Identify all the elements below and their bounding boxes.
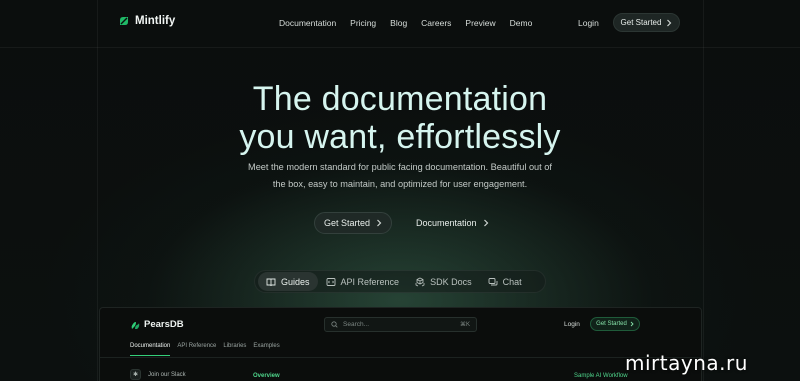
get-started-label: Get Started <box>620 18 662 27</box>
cubes-icon <box>415 277 425 286</box>
brand-name: Mintlify <box>135 15 176 27</box>
preview-brand[interactable]: PearsDB <box>130 319 184 330</box>
hero-subtitle-line: Meet the modern standard for public faci… <box>248 162 552 172</box>
preview-tab-documentation[interactable]: Documentation <box>130 343 171 356</box>
nav-link-preview[interactable]: Preview <box>465 18 495 28</box>
tab-label: Chat <box>502 276 522 287</box>
tab-api-reference[interactable]: API Reference <box>318 272 408 291</box>
search-placeholder: Search... <box>343 321 370 328</box>
nav-link-careers[interactable]: Careers <box>421 18 451 28</box>
preview-tab-api-reference[interactable]: API Reference <box>177 343 216 356</box>
preview-tab-libraries[interactable]: Libraries <box>223 343 246 356</box>
product-tabs: Guides API Reference SDK Docs Chat <box>254 270 546 293</box>
grid-line <box>97 0 98 381</box>
preview-right-heading: Sample AI Workflow <box>574 373 628 379</box>
preview-get-started-label: Get Started <box>596 321 627 327</box>
tab-chat[interactable]: Chat <box>480 272 530 291</box>
nav-link-demo[interactable]: Demo <box>510 18 533 28</box>
chevron-right-icon <box>377 219 382 227</box>
preview-brand-name: PearsDB <box>144 319 184 330</box>
preview-section-heading: Overview <box>253 373 280 379</box>
slack-label: Join our Slack <box>148 371 186 378</box>
nav-links: Documentation Pricing Blog Careers Previ… <box>279 18 546 28</box>
grid-line <box>703 0 704 381</box>
preview-slack-link[interactable]: ✱ Join our Slack <box>130 369 186 380</box>
login-link[interactable]: Login <box>578 18 599 28</box>
hero-subtitle-line: the box, easy to maintain, and optimized… <box>272 179 528 189</box>
brand-logo[interactable]: Mintlify <box>118 15 175 27</box>
chevron-right-icon <box>667 19 672 26</box>
chat-icon <box>488 277 498 285</box>
watermark: mirtayna.ru <box>625 351 748 375</box>
docs-preview-window: PearsDB Search... ⌘K Login Get Started D… <box>99 307 702 381</box>
preview-get-started-button[interactable]: Get Started <box>590 317 640 331</box>
chevron-right-icon <box>630 321 634 327</box>
nav-link-blog[interactable]: Blog <box>390 18 407 28</box>
preview-login-link[interactable]: Login <box>564 321 580 328</box>
pearsdb-logo-icon <box>131 321 140 329</box>
nav-link-pricing[interactable]: Pricing <box>350 18 376 28</box>
get-started-button[interactable]: Get Started <box>613 13 680 32</box>
hero-title-line: you want, effortlessly <box>239 118 561 156</box>
search-shortcut: ⌘K <box>459 322 470 328</box>
search-icon <box>331 321 338 328</box>
preview-divider <box>100 357 701 358</box>
grid-line <box>0 47 800 48</box>
nav-link-documentation[interactable]: Documentation <box>279 18 336 28</box>
preview-tab-examples[interactable]: Examples <box>253 343 279 356</box>
top-nav: Mintlify Documentation Pricing Blog Care… <box>0 13 800 35</box>
tab-sdk-docs[interactable]: SDK Docs <box>407 272 480 291</box>
hero-documentation-label: Documentation <box>416 218 477 228</box>
slack-icon: ✱ <box>130 369 141 380</box>
tab-label: API Reference <box>340 276 400 287</box>
hero-documentation-button[interactable]: Documentation <box>416 212 489 234</box>
hero-get-started-label: Get Started <box>323 218 371 228</box>
hero-title-line: The documentation <box>252 80 548 118</box>
hero-get-started-button[interactable]: Get Started <box>314 212 392 234</box>
tab-guides[interactable]: Guides <box>258 272 318 291</box>
mintlify-logo-icon <box>120 17 128 25</box>
book-icon <box>266 278 276 286</box>
hero-title: The documentation you want, effortlessly <box>0 80 800 156</box>
code-icon <box>326 277 335 286</box>
preview-tabs: Documentation API Reference Libraries Ex… <box>130 343 280 356</box>
tab-label: Guides <box>281 276 310 287</box>
tab-label: SDK Docs <box>430 276 472 287</box>
hero-subtitle: Meet the modern standard for public faci… <box>240 159 560 193</box>
chevron-right-icon <box>483 219 488 227</box>
preview-search-input[interactable]: Search... ⌘K <box>324 317 477 332</box>
